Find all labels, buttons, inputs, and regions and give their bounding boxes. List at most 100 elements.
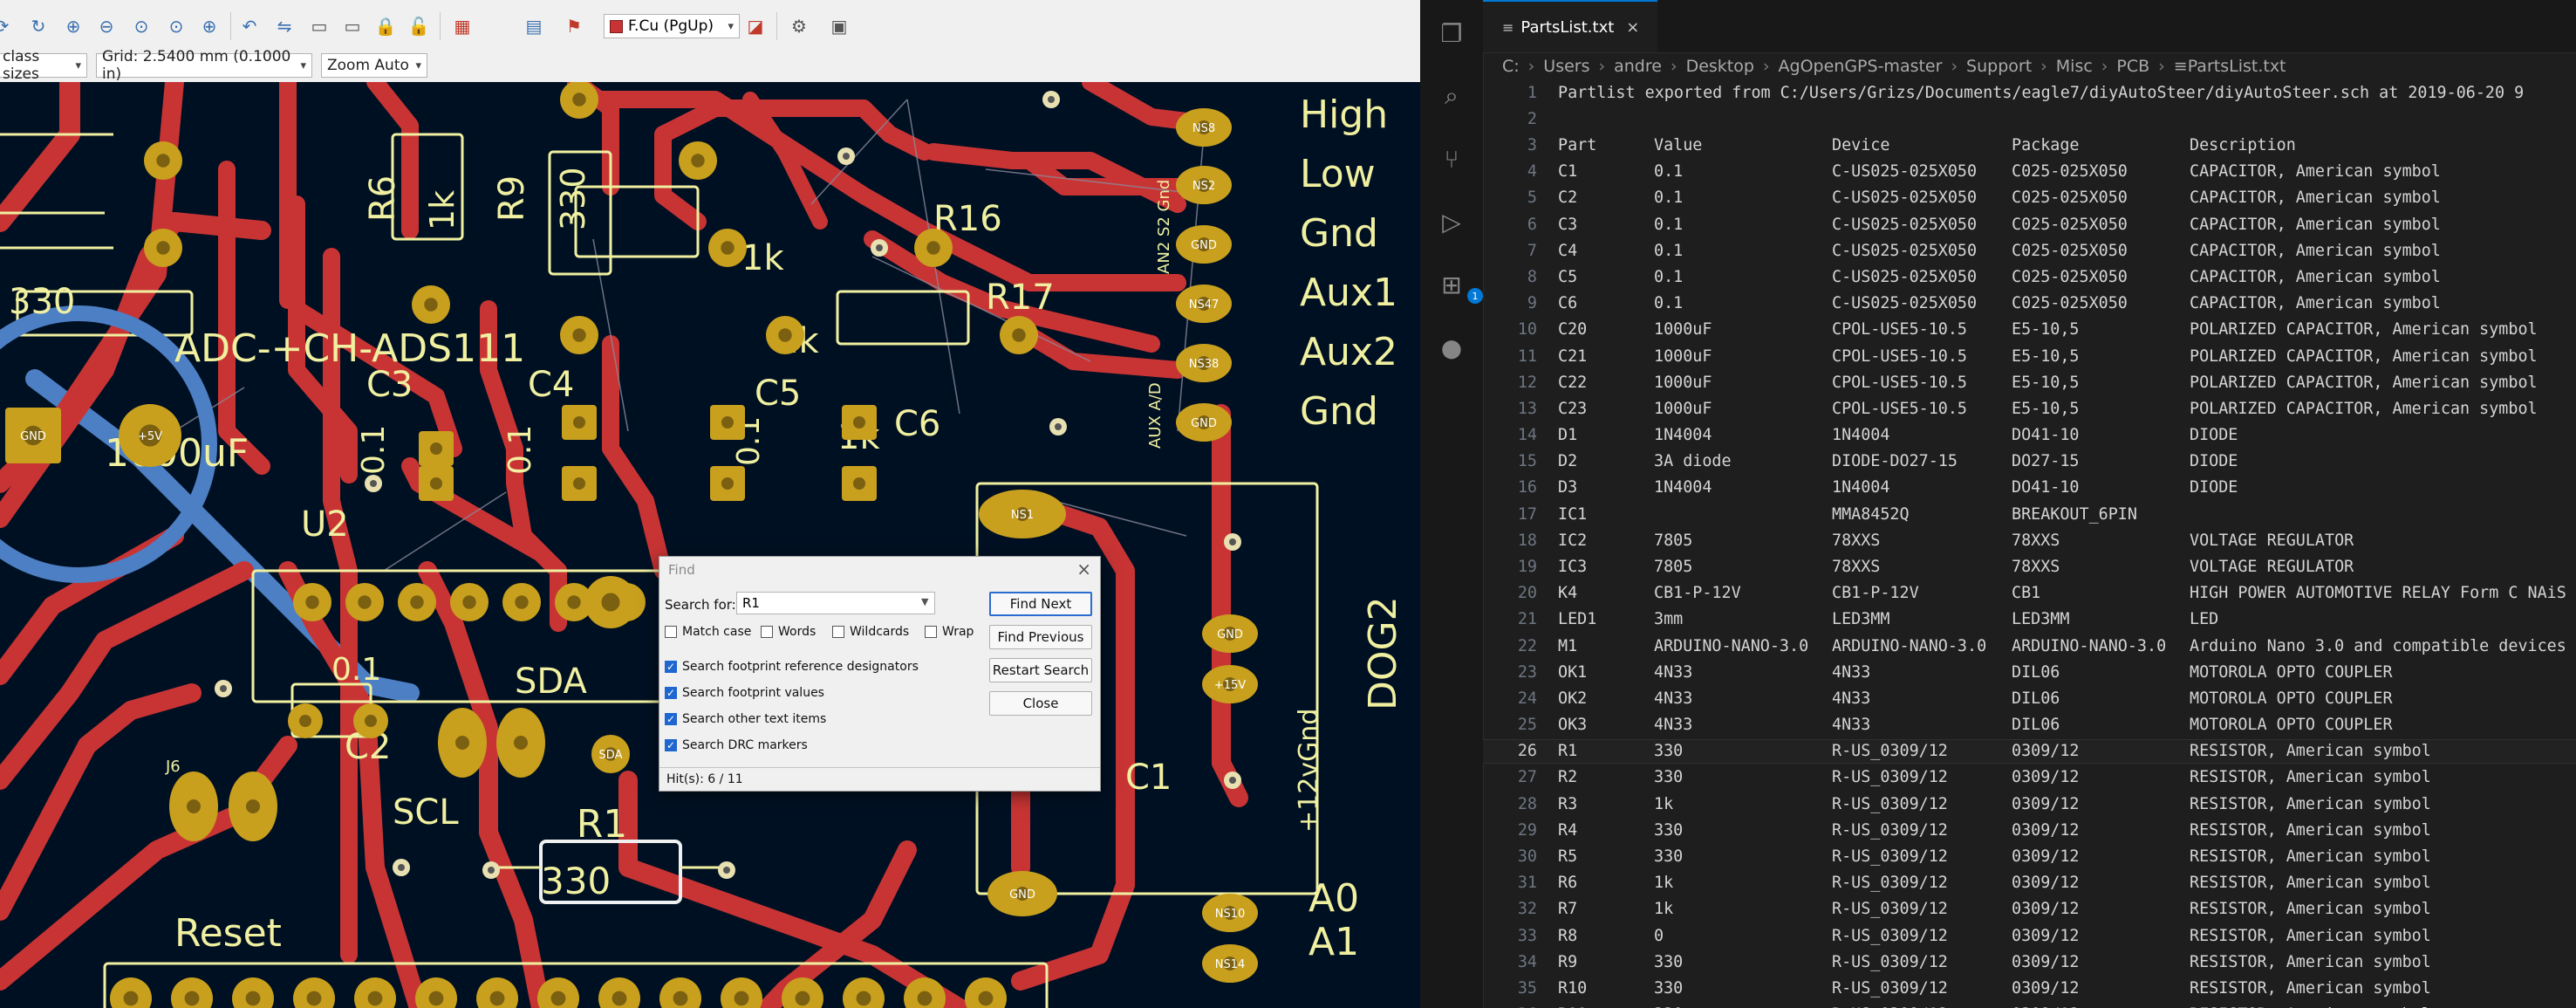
group-icon[interactable]: ▭ [307,14,331,38]
editor-line[interactable]: 18 IC2 7805 78XXS 78XXS VOLTAGE REGULATOR [1483,528,2576,553]
editor-line[interactable]: 15 D2 3A diode DIODE-DO27-15 DO27-15 DIODE [1483,449,2576,475]
editor-line[interactable]: 29 R4 330 R-US_0309/12 0309/12 RESISTOR, Amer… [1483,818,2576,843]
editor-line[interactable]: 26 R1 330 R-US_0309/12 0309/12 RESISTOR, Amer… [1483,738,2576,764]
chevron-right-icon: › [2101,57,2108,76]
find-previous-button[interactable]: Find Previous [989,625,1092,649]
breadcrumb-item[interactable]: C: [1502,57,1520,76]
via-hole [843,153,850,160]
search-references-checkbox[interactable]: ✓ Search footprint reference designators [665,660,919,674]
editor-line[interactable]: 4 C1 0.1 C-US025-025X050 C025-025X050 CAPACIT… [1483,160,2576,185]
lock-icon[interactable]: 🔒 [373,14,398,38]
tab-partslist[interactable]: ≡ PartsList.txt × [1483,0,1657,52]
search-input[interactable] [736,592,935,614]
wrap-checkbox[interactable]: Wrap [925,625,974,639]
editor-line[interactable]: 3 Part Value Device Package Description [1483,133,2576,158]
flip-icon[interactable]: ⇋ [272,14,297,38]
editor-line[interactable]: 27 R2 330 R-US_0309/12 0309/12 RESISTOR, Amer… [1483,765,2576,791]
track-width-select[interactable]: class sizes ▾ [0,48,87,83]
scripting-icon[interactable]: ⚙ [787,14,811,38]
footprint-editor-icon[interactable]: ▤ [522,14,546,38]
close-icon[interactable]: × [1076,559,1091,579]
track-width-value: class sizes [3,48,40,83]
netlist-icon[interactable]: ▦ [450,14,475,38]
pcb-canvas[interactable]: 1000uF R1 330 High Low Gnd Aux1 Aux2 Gnd R6 R9 R16 R… [0,82,1420,1008]
cell-device: DIODE-DO27-15 [1832,452,1958,471]
editor-line[interactable]: 28 R3 1k R-US_0309/12 0309/12 RESISTOR, Ameri… [1483,792,2576,817]
editor-line[interactable]: 33 R8 0 R-US_0309/12 0309/12 RESISTOR, Americ… [1483,923,2576,949]
match-case-checkbox[interactable]: Match case [665,625,751,639]
breadcrumb-item[interactable]: Users [1543,57,1589,76]
editor-line[interactable]: 1 Partlist exported from C:/Users/Grizs/D… [1483,80,2576,106]
editor-line[interactable]: 10 C20 1000uF CPOL-USE5-10.5 E5-10,5 POLARIZE… [1483,318,2576,343]
ungroup-icon[interactable]: ▭ [340,14,365,38]
wildcards-checkbox[interactable]: Wildcards [832,625,909,639]
editor-line[interactable]: 22 M1 ARDUINO-NANO-3.0 ARDUINO-NANO-3.0 ARDU… [1483,634,2576,659]
breadcrumb-item[interactable]: PCB [2116,57,2149,76]
editor-line[interactable]: 35 R10 330 R-US_0309/12 0309/12 RESISTOR, Ame… [1483,976,2576,1001]
extensions-icon[interactable]: ⊞ 1 [1436,269,1483,304]
breadcrumb-item[interactable]: Misc [2056,57,2093,76]
close-button[interactable]: Close [989,691,1092,716]
editor-line[interactable]: 23 OK1 4N33 4N33 DIL06 MOTOROLA OPTO COUPLER [1483,660,2576,685]
unlock-icon[interactable]: 🔓 [407,14,431,38]
words-checkbox[interactable]: Words [761,625,816,639]
editor-line[interactable]: 34 R9 330 R-US_0309/12 0309/12 RESISTOR, Amer… [1483,950,2576,975]
chevron-down-icon[interactable]: ▼ [921,596,928,607]
editor-line[interactable]: 5 C2 0.1 C-US025-025X050 C025-025X050 CAPACIT… [1483,186,2576,211]
drc-icon[interactable]: ⚑ [562,14,586,38]
editor-line[interactable]: 31 R6 1k R-US_0309/12 0309/12 RESISTOR, Ameri… [1483,870,2576,895]
close-icon[interactable]: × [1626,18,1639,37]
search-drc-markers-checkbox[interactable]: ✓ Search DRC markers [665,738,808,752]
zoom-fit-icon[interactable]: ⊙ [129,14,154,38]
breadcrumb-item[interactable]: andre [1614,57,1662,76]
layer-select[interactable]: F.Cu (PgUp) ▾ [604,14,740,38]
breadcrumb-item[interactable]: PartsList.txt [2188,57,2286,76]
restart-search-button[interactable]: Restart Search [989,658,1092,682]
github-icon[interactable]: ● [1436,332,1467,363]
editor-line[interactable]: 7 C4 0.1 C-US025-025X050 C025-025X050 CAPACIT… [1483,238,2576,264]
pcb-drawing[interactable]: 1000uFR1330HighLowGndAux1Aux2GndR6 R9 R16R… [0,82,1420,1008]
search-values-checkbox[interactable]: ✓ Search footprint values [665,686,824,700]
search-icon[interactable]: ⌕ [1436,80,1467,112]
grid-select[interactable]: Grid: 2.5400 mm (0.1000 in) ▾ [96,48,312,83]
editor-line[interactable]: 12 C22 1000uF CPOL-USE5-10.5 E5-10,5 POLARIZE… [1483,370,2576,395]
console-icon[interactable]: ▣ [827,14,851,38]
zoom-selection-icon[interactable]: ⊕ [197,14,222,38]
zoom-in-icon[interactable]: ⊕ [61,14,85,38]
editor-line[interactable]: 32 R7 1k R-US_0309/12 0309/12 RESISTOR, Ameri… [1483,897,2576,922]
zoom-out-icon[interactable]: ⊖ [94,14,119,38]
editor-line[interactable]: 16 D3 1N4004 1N4004 DO41-10 DIODE [1483,476,2576,501]
silkscreen-text: AUX A/D [1146,382,1165,449]
editor-line[interactable]: 24 OK2 4N33 4N33 DIL06 MOTOROLA OPTO COUPLER [1483,686,2576,711]
find-next-button[interactable]: Find Next [989,592,1092,616]
editor-line[interactable]: 13 C23 1000uF CPOL-USE5-10.5 E5-10,5 POLARIZE… [1483,396,2576,422]
editor-line[interactable]: 14 D1 1N4004 1N4004 DO41-10 DIODE [1483,422,2576,448]
editor-line[interactable]: 30 R5 330 R-US_0309/12 0309/12 RESISTOR, Amer… [1483,844,2576,869]
explorer-icon[interactable]: ❐ [1436,17,1467,49]
search-text-items-checkbox[interactable]: ✓ Search other text items [665,712,826,726]
source-control-icon[interactable]: ⑂ [1436,143,1467,175]
editor-line[interactable]: 20 K4 CB1-P-12V CB1-P-12V CB1 HIGH POWER AUTO… [1483,580,2576,606]
breadcrumb-item[interactable]: Support [1966,57,2032,76]
text-editor[interactable]: 1 Partlist exported from C:/Users/Grizs/D… [1483,80,2576,1008]
editor-line[interactable]: 8 C5 0.1 C-US025-025X050 C025-025X050 CAPACIT… [1483,264,2576,290]
refresh-icon[interactable]: ↻ [26,14,51,38]
editor-line[interactable]: 11 C21 1000uF CPOL-USE5-10.5 E5-10,5 POLARIZE… [1483,344,2576,369]
editor-line[interactable]: 17 IC1 MMA8452Q BREAKOUT_6PIN [1483,502,2576,527]
zoom-object-icon[interactable]: ⊙ [164,14,188,38]
rotate-icon[interactable]: ↶ [237,14,262,38]
cell-package: DIL06 [2012,662,2060,682]
editor-line[interactable]: 2 [1483,106,2576,132]
breadcrumb-item[interactable]: Desktop [1686,57,1754,76]
editor-line[interactable]: 36R11330R-US_0309/120309/12RESISTOR, Ame… [1483,1002,2576,1008]
zoom-redraw-icon[interactable]: ⟳ [0,14,14,38]
layer-pair-icon[interactable]: ◪ [743,14,768,38]
editor-line[interactable]: 6 C3 0.1 C-US025-025X050 C025-025X050 CAPACIT… [1483,212,2576,237]
editor-line[interactable]: 19 IC3 7805 78XXS 78XXS VOLTAGE REGULATOR [1483,554,2576,579]
editor-line[interactable]: 25 OK3 4N33 4N33 DIL06 MOTOROLA OPTO COUPLER [1483,712,2576,737]
editor-line[interactable]: 21 LED1 3mm LED3MM LED3MM LED [1483,607,2576,633]
zoom-select[interactable]: Zoom Auto ▾ [321,53,427,78]
run-debug-icon[interactable]: ▷ [1436,206,1467,237]
editor-line[interactable]: 9 C6 0.1 C-US025-025X050 C025-025X050 CAPACIT… [1483,291,2576,316]
breadcrumb-item[interactable]: AgOpenGPS-master [1779,57,1943,76]
